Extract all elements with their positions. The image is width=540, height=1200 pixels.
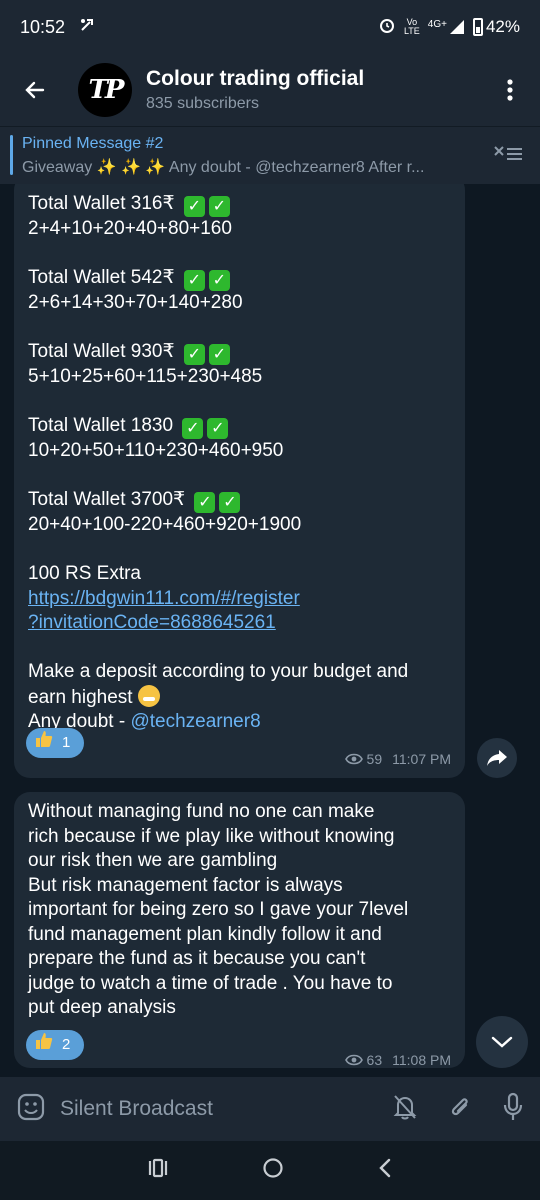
sequence-line: 20+40+100-220+460+920+1900: [28, 514, 302, 535]
check-mark-icon: ✓: [208, 270, 230, 291]
channel-info[interactable]: Colour trading official 835 subscribers: [146, 67, 364, 113]
view-count: 59: [366, 751, 383, 767]
eye-icon: [344, 1054, 363, 1066]
message-line: put deep analysis: [28, 997, 176, 1018]
message-meta: 63 11:08 PM: [344, 1048, 451, 1073]
status-time: 10:52: [20, 16, 66, 37]
more-options-button[interactable]: [480, 79, 540, 101]
arrow-left-icon: [25, 81, 45, 99]
thumbs-up-icon: [34, 729, 54, 758]
pinned-list-icon[interactable]: [492, 143, 524, 170]
message-line: fund management plan kindly follow it an…: [28, 923, 382, 945]
signal-icon: 4G+: [428, 19, 465, 35]
message-meta: 59 11:07 PM: [344, 747, 451, 772]
reaction-chip[interactable]: 1: [26, 728, 84, 758]
channel-title: Colour trading official: [146, 67, 365, 90]
sequence-line: 10+20+50+110+230+460+950: [28, 440, 284, 461]
wallet-line: Total Wallet 3700₹ ✓ ✓: [28, 488, 451, 513]
thumbs-up-icon: [34, 1031, 54, 1060]
doubt-line: Any doubt - @techzearner8: [28, 711, 261, 732]
extra-line: 100 RS Extra: [28, 563, 141, 584]
subscriber-count: 835 subscribers: [146, 95, 259, 112]
message-line: important for being zero so I gave your …: [28, 899, 409, 920]
wallet-line: Total Wallet 1830 ✓ ✓: [28, 414, 451, 439]
message-line: Without managing fund no one can make: [28, 801, 375, 822]
scroll-down-button[interactable]: [476, 1016, 528, 1068]
grin-emoji-icon: [137, 684, 160, 707]
mention-link[interactable]: @techzearner8: [130, 711, 260, 732]
broadcast-bar: Silent Broadcast: [0, 1077, 540, 1141]
message-line: our risk then we are gambling: [28, 850, 278, 871]
check-mark-icon: ✓: [182, 418, 204, 439]
notification-icon: [79, 17, 95, 37]
chevron-left-icon: [379, 1158, 391, 1178]
chat-header: TP Colour trading official 835 subscribe…: [0, 54, 540, 126]
message-time: 11:07 PM: [392, 751, 451, 767]
pinned-indicator: [10, 135, 13, 175]
volte-indicator: Vo LTE: [403, 17, 420, 36]
recent-apps-icon: [148, 1158, 167, 1178]
emoji-icon[interactable]: [16, 1092, 46, 1127]
status-bar: 10:52 Vo LTE 4G+ 42%: [0, 0, 540, 54]
check-mark-icon: ✓: [194, 492, 216, 513]
attachment-icon[interactable]: [448, 1093, 472, 1126]
check-mark-icon: ✓: [208, 196, 230, 217]
chevron-down-icon: [491, 1036, 513, 1048]
message-line: judge to watch a time of trade . You hav…: [28, 972, 393, 994]
share-button[interactable]: [477, 738, 517, 778]
wallet-line: Total Wallet 930₹ ✓ ✓: [28, 340, 451, 365]
alarm-icon: [378, 16, 396, 39]
pinned-message-bar[interactable]: Pinned Message #2 Giveaway ✨ ✨ ✨ Any dou…: [0, 126, 540, 184]
wallet-line: Total Wallet 542₹ ✓ ✓: [28, 266, 451, 291]
deposit-line: earn highest: [28, 684, 451, 711]
home-circle-icon: [263, 1158, 283, 1178]
check-mark-icon: ✓: [207, 418, 229, 439]
channel-avatar[interactable]: TP: [78, 63, 132, 117]
system-nav-bar: [0, 1141, 540, 1200]
sequence-line: 5+10+25+60+115+230+485: [28, 366, 263, 387]
sequence-line: 2+4+10+20+40+80+160: [28, 218, 232, 239]
deposit-line: Make a deposit according to your budget …: [28, 661, 409, 682]
message-bubble[interactable]: Without managing fund no one can make ri…: [14, 792, 465, 1068]
home-button[interactable]: [262, 1157, 284, 1184]
more-vertical-icon: [507, 79, 513, 101]
reaction-count: 1: [62, 733, 71, 751]
eye-icon: [344, 753, 363, 765]
register-link-code[interactable]: ?invitationCode=8688645261: [28, 611, 451, 636]
microphone-icon[interactable]: [502, 1092, 524, 1127]
check-mark-icon: ✓: [183, 196, 205, 217]
pinned-preview: Giveaway ✨ ✨ ✨ Any doubt - @techzearner8…: [22, 158, 425, 176]
share-arrow-icon: [487, 750, 507, 766]
recent-apps-button[interactable]: [147, 1158, 169, 1183]
reaction-chip[interactable]: 2: [26, 1030, 84, 1060]
message-bubble[interactable]: Total Wallet 316₹ ✓ ✓ 2+4+10+20+40+80+160…: [14, 184, 465, 778]
register-link[interactable]: https://bdgwin111.com/#/register: [28, 587, 451, 612]
battery-icon: 42%: [472, 17, 520, 37]
reaction-count: 2: [62, 1035, 71, 1053]
message-time: 11:08 PM: [392, 1052, 451, 1068]
message-list[interactable]: Total Wallet 316₹ ✓ ✓ 2+4+10+20+40+80+160…: [0, 184, 540, 1077]
message-line: But risk management factor is always: [28, 874, 343, 896]
check-mark-icon: ✓: [208, 344, 230, 365]
message-line: rich because if we play like without kno…: [28, 825, 395, 847]
sequence-line: 2+6+14+30+70+140+280: [28, 292, 243, 313]
wallet-line: Total Wallet 316₹ ✓ ✓: [28, 192, 451, 217]
pinned-title: Pinned Message #2: [22, 134, 164, 152]
silent-broadcast-label[interactable]: Silent Broadcast: [60, 1097, 213, 1121]
muted-bell-icon[interactable]: [392, 1093, 418, 1126]
check-mark-icon: ✓: [183, 270, 205, 291]
back-button[interactable]: [0, 78, 70, 102]
back-nav-button[interactable]: [377, 1158, 393, 1183]
message-line: prepare the fund as it because you can't: [28, 948, 366, 969]
view-count: 63: [366, 1052, 383, 1068]
check-mark-icon: ✓: [183, 344, 205, 365]
check-mark-icon: ✓: [219, 492, 241, 513]
